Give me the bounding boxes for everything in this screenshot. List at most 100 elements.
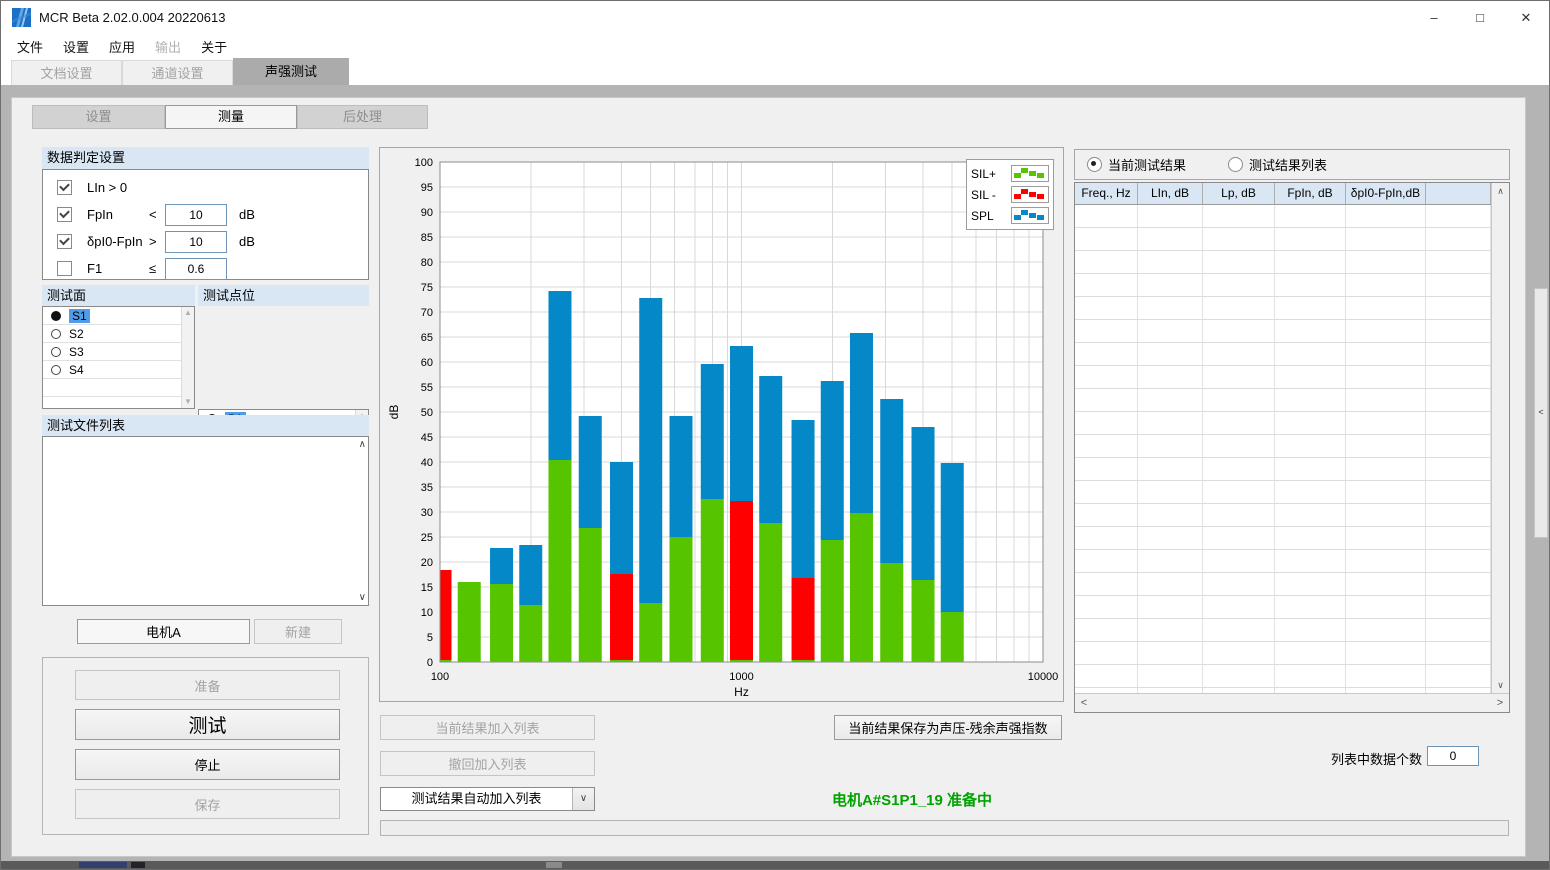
panel-splitter-collapse-icon[interactable]: < — [1534, 288, 1548, 538]
list-count-input[interactable] — [1427, 746, 1479, 766]
background-taskbar — [1, 861, 1549, 869]
table-cell — [1075, 366, 1138, 388]
surface-scrollbar[interactable]: ▲▼ — [181, 307, 194, 408]
table-row — [1075, 320, 1491, 343]
motor-a-button[interactable]: 电机A — [77, 619, 250, 644]
surface-label-1: S2 — [69, 327, 84, 341]
surface-item-2[interactable]: S3 — [43, 343, 182, 361]
table-row — [1075, 619, 1491, 642]
table-cell — [1346, 527, 1426, 549]
sub-tab-2[interactable]: 后处理 — [297, 105, 428, 129]
svg-text:40: 40 — [421, 457, 433, 469]
auto-add-combobox[interactable]: 测试结果自动加入列表 ∨ — [380, 787, 595, 811]
table-cell — [1275, 458, 1346, 480]
table-row — [1075, 297, 1491, 320]
table-scroll-down-icon[interactable]: ∨ — [1492, 677, 1509, 693]
result-table-vscrollbar[interactable]: ∧∨ — [1491, 183, 1509, 693]
action-button-3[interactable]: 保存 — [75, 789, 340, 819]
surface-item-1[interactable]: S2 — [43, 325, 182, 343]
table-cell — [1426, 274, 1491, 296]
judge-checkbox-3[interactable] — [57, 261, 72, 276]
table-cell — [1426, 251, 1491, 273]
minimize-button[interactable]: – — [1411, 1, 1457, 34]
judge-value-input-3[interactable] — [165, 258, 227, 280]
table-cell — [1138, 228, 1203, 250]
table-row — [1075, 343, 1491, 366]
svg-text:60: 60 — [421, 357, 433, 369]
judge-checkbox-2[interactable] — [57, 234, 72, 249]
file-list-scroll-down-icon[interactable]: ∨ — [359, 592, 366, 603]
save-as-pressure-residual-button[interactable]: 当前结果保存为声压-残余声强指数 — [834, 715, 1062, 740]
app-window: MCR Beta 2.02.0.004 20220613 –□✕ 文件设置应用输… — [0, 0, 1550, 870]
action-button-0[interactable]: 准备 — [75, 670, 340, 700]
action-button-2[interactable]: 停止 — [75, 749, 340, 780]
sub-tab-1[interactable]: 测量 — [165, 105, 297, 129]
table-cell — [1075, 573, 1138, 595]
menu-item-4[interactable]: 关于 — [191, 34, 237, 59]
menu-item-0[interactable]: 文件 — [7, 34, 53, 59]
judge-value-input-2[interactable] — [165, 231, 227, 253]
result-list-radio[interactable] — [1228, 157, 1243, 172]
surface-scroll-down-icon[interactable]: ▼ — [182, 396, 194, 408]
judge-unit-1: dB — [239, 207, 255, 222]
close-button[interactable]: ✕ — [1503, 1, 1549, 34]
legend-swatch-icon-1 — [1011, 186, 1049, 203]
table-cell — [1075, 389, 1138, 411]
result-mode-box: 当前测试结果 测试结果列表 — [1074, 149, 1510, 180]
table-scroll-right-icon[interactable]: > — [1491, 697, 1509, 709]
current-result-radio[interactable] — [1087, 157, 1102, 172]
judge-value-input-1[interactable] — [165, 204, 227, 226]
legend-entry-2: SPL — [971, 205, 1049, 226]
table-scroll-up-icon[interactable]: ∧ — [1492, 183, 1509, 199]
file-list: ∧ ∨ — [42, 436, 369, 606]
table-row — [1075, 228, 1491, 251]
table-scroll-left-icon[interactable]: < — [1075, 697, 1093, 709]
tab-1[interactable]: 通道设置 — [122, 60, 233, 85]
undo-add-button[interactable]: 撤回加入列表 — [380, 751, 595, 776]
file-list-scroll-up-icon[interactable]: ∧ — [359, 439, 366, 450]
svg-text:95: 95 — [421, 182, 433, 194]
menu-item-1[interactable]: 设置 — [53, 34, 99, 59]
table-cell — [1275, 642, 1346, 664]
surface-scroll-up-icon[interactable]: ▲ — [182, 307, 194, 319]
table-cell — [1203, 366, 1275, 388]
surface-label-0: S1 — [69, 309, 90, 323]
tab-0[interactable]: 文档设置 — [11, 60, 122, 85]
tab-2[interactable]: 声强测试 — [233, 58, 349, 85]
result-table: Freq., HzLIn, dBLp, dBFpIn, dBδpI0-FpIn,… — [1074, 182, 1510, 713]
new-button[interactable]: 新建 — [254, 619, 342, 644]
svg-text:100: 100 — [415, 157, 433, 169]
table-row — [1075, 435, 1491, 458]
judge-op-1: < — [149, 207, 157, 222]
column-header-0: Freq., Hz — [1075, 183, 1138, 204]
table-cell — [1203, 504, 1275, 526]
judge-checkbox-1[interactable] — [57, 207, 72, 222]
judge-checkbox-0[interactable] — [57, 180, 72, 195]
table-cell — [1426, 642, 1491, 664]
svg-text:65: 65 — [421, 332, 433, 344]
table-cell — [1075, 228, 1138, 250]
table-cell — [1275, 504, 1346, 526]
legend-swatch-icon-2 — [1011, 207, 1049, 224]
table-cell — [1346, 389, 1426, 411]
table-cell — [1426, 297, 1491, 319]
menu-item-2[interactable]: 应用 — [99, 34, 145, 59]
combobox-dropdown-icon[interactable]: ∨ — [572, 788, 594, 810]
table-row — [1075, 642, 1491, 665]
table-cell — [1138, 389, 1203, 411]
table-cell — [1346, 412, 1426, 434]
result-table-hscrollbar[interactable]: <> — [1075, 693, 1509, 712]
sub-tab-0[interactable]: 设置 — [32, 105, 165, 129]
maximize-button[interactable]: □ — [1457, 1, 1503, 34]
surface-rows: S1 S2 S3S4 — [43, 307, 182, 408]
table-cell — [1203, 550, 1275, 572]
menu-item-3[interactable]: 输出 — [145, 34, 191, 59]
surface-item-0[interactable]: S1 — [43, 307, 182, 325]
legend-label-0: SIL+ — [971, 167, 996, 181]
judge-row-0: LIn > 0 — [43, 177, 368, 199]
svg-text:25: 25 — [421, 532, 433, 544]
action-button-1[interactable]: 测试 — [75, 709, 340, 740]
surface-item-3[interactable]: S4 — [43, 361, 182, 379]
surface-bullet-2 — [51, 347, 61, 357]
add-current-result-button[interactable]: 当前结果加入列表 — [380, 715, 595, 740]
